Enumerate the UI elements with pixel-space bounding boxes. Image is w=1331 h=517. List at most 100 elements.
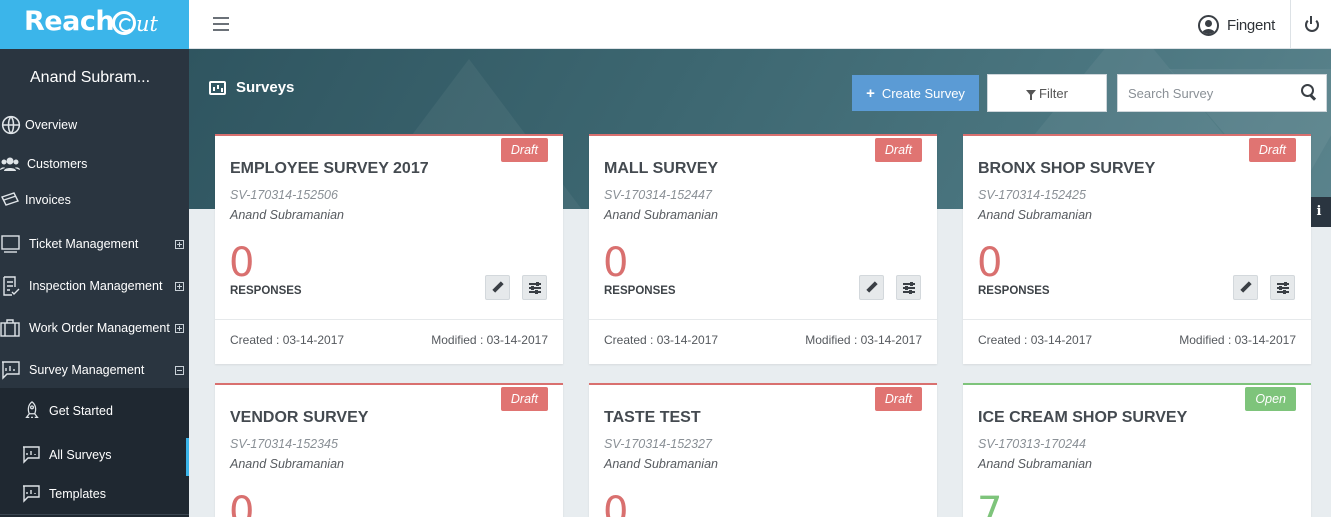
status-badge: Draft: [500, 138, 548, 162]
survey-title: VENDOR SURVEY: [230, 409, 369, 426]
sidebar-item-invoices[interactable]: Invoices: [0, 181, 189, 219]
sidebar-subitem-templates[interactable]: Templates: [0, 475, 189, 513]
sidebar-subitem-get-started[interactable]: Get Started: [0, 392, 189, 430]
response-count: 0: [229, 240, 255, 286]
edit-button[interactable]: [1233, 275, 1258, 300]
filter-icon: [1026, 90, 1037, 100]
settings-button[interactable]: [1270, 275, 1295, 300]
monitor-icon: [1, 235, 20, 253]
plus-icon: +: [866, 84, 875, 102]
survey-card[interactable]: Draft EMPLOYEE SURVEY 2017 SV-170314-152…: [215, 134, 563, 364]
logo-text-tail: ut: [136, 12, 158, 36]
users-icon: [0, 157, 20, 171]
page-title: Surveys: [236, 79, 295, 96]
edit-button[interactable]: [859, 275, 884, 300]
survey-card[interactable]: Open ICE CREAM SHOP SURVEY SV-170313-170…: [963, 383, 1311, 517]
money-icon: [1, 192, 19, 206]
sidebar-divider: [0, 514, 189, 515]
survey-title: MALL SURVEY: [604, 160, 719, 177]
responses-label: RESPONSES: [978, 285, 1050, 297]
search-icon[interactable]: [1301, 84, 1316, 99]
search-input[interactable]: [1118, 75, 1293, 111]
created-date: Created : 03-14-2017: [604, 333, 719, 347]
status-badge: Draft: [874, 387, 922, 411]
survey-card[interactable]: Draft BRONX SHOP SURVEY SV-170314-152425…: [963, 134, 1311, 364]
expand-icon[interactable]: [175, 281, 184, 291]
survey-title: ICE CREAM SHOP SURVEY: [978, 409, 1188, 426]
sidebar-item-ticket-management[interactable]: Ticket Management: [0, 225, 189, 263]
created-date: Created : 03-14-2017: [230, 333, 345, 347]
sidebar: Anand Subram... Overview Customers Invoi…: [0, 49, 189, 517]
responses-label: RESPONSES: [604, 285, 676, 297]
card-footer: Created : 03-14-2017 Modified : 03-14-20…: [589, 319, 937, 365]
sidebar-item-label: Survey Management: [29, 363, 145, 377]
survey-code: SV-170314-152327: [604, 437, 712, 451]
sidebar-item-label: Templates: [49, 487, 106, 501]
expand-icon[interactable]: [175, 323, 184, 333]
menu-toggle-icon[interactable]: [213, 17, 229, 31]
card-footer: Created : 03-14-2017 Modified : 03-14-20…: [963, 319, 1311, 365]
logo-text: Reach: [24, 6, 115, 37]
response-count: 7: [977, 489, 1003, 517]
survey-title: BRONX SHOP SURVEY: [978, 160, 1156, 177]
collapse-icon[interactable]: [175, 365, 184, 375]
filter-label: Filter: [1039, 85, 1068, 101]
survey-card[interactable]: Draft VENDOR SURVEY SV-170314-152345 Ana…: [215, 383, 563, 517]
sidebar-user-name: Anand Subram...: [30, 69, 151, 86]
user-circle-icon: [1198, 14, 1219, 36]
sidebar-item-overview[interactable]: Overview: [0, 106, 189, 144]
logo-o-icon: [112, 11, 136, 35]
user-name: Fingent: [1227, 16, 1275, 34]
survey-code: SV-170314-152506: [230, 188, 338, 202]
modified-date: Modified : 03-14-2017: [431, 333, 548, 347]
survey-chart-icon: [209, 80, 226, 95]
expand-icon[interactable]: [175, 239, 184, 249]
response-count: 0: [229, 489, 255, 517]
sidebar-item-survey-management[interactable]: Survey Management: [0, 351, 189, 389]
user-menu[interactable]: Fingent: [1198, 14, 1275, 36]
settings-button[interactable]: [896, 275, 921, 300]
survey-title: TASTE TEST: [604, 409, 701, 426]
sidebar-item-inspection-management[interactable]: Inspection Management: [0, 267, 189, 305]
response-count: 0: [603, 240, 629, 286]
create-survey-label: Create Survey: [881, 85, 965, 101]
search-box: [1117, 74, 1327, 112]
sidebar-item-label: Get Started: [49, 404, 113, 418]
created-date: Created : 03-14-2017: [978, 333, 1093, 347]
top-bar: Reach ut Fingent: [0, 0, 1331, 49]
survey-title: EMPLOYEE SURVEY 2017: [230, 160, 429, 177]
survey-code: SV-170313-170244: [978, 437, 1086, 451]
chart-comment-icon: [23, 446, 40, 464]
sidebar-item-label: Customers: [27, 157, 88, 171]
header-divider: [1290, 0, 1291, 49]
sidebar-item-label: Ticket Management: [29, 237, 139, 251]
status-badge: Draft: [500, 387, 548, 411]
logo[interactable]: Reach ut: [0, 0, 189, 49]
sidebar-item-label: Work Order Management: [29, 321, 170, 335]
filter-button[interactable]: Filter: [987, 74, 1107, 112]
modified-date: Modified : 03-14-2017: [1179, 333, 1296, 347]
sidebar-subitem-all-surveys[interactable]: All Surveys: [0, 436, 189, 474]
chart-comment-icon: [2, 361, 20, 380]
sidebar-item-label: All Surveys: [49, 448, 112, 462]
power-icon[interactable]: [1304, 16, 1320, 32]
sidebar-item-label: Invoices: [25, 193, 71, 207]
survey-card[interactable]: Draft TASTE TEST SV-170314-152327 Anand …: [589, 383, 937, 517]
briefcase-icon: [0, 319, 20, 337]
survey-owner: Anand Subramanian: [978, 457, 1092, 471]
sidebar-item-work-order-management[interactable]: Work Order Management: [0, 309, 189, 347]
edit-button[interactable]: [485, 275, 510, 300]
card-footer: Created : 03-14-2017 Modified : 03-14-20…: [215, 319, 563, 365]
response-count: 0: [977, 240, 1003, 286]
active-indicator: [186, 438, 189, 476]
sidebar-item-customers[interactable]: Customers: [0, 145, 189, 183]
survey-card[interactable]: Draft MALL SURVEY SV-170314-152447 Anand…: [589, 134, 937, 364]
status-badge: Open: [1245, 387, 1296, 411]
survey-code: SV-170314-152425: [978, 188, 1086, 202]
create-survey-button[interactable]: + Create Survey: [852, 75, 979, 111]
modified-date: Modified : 03-14-2017: [805, 333, 922, 347]
survey-code: SV-170314-152345: [230, 437, 338, 451]
survey-owner: Anand Subramanian: [230, 208, 344, 222]
settings-button[interactable]: [522, 275, 547, 300]
survey-owner: Anand Subramanian: [230, 457, 344, 471]
